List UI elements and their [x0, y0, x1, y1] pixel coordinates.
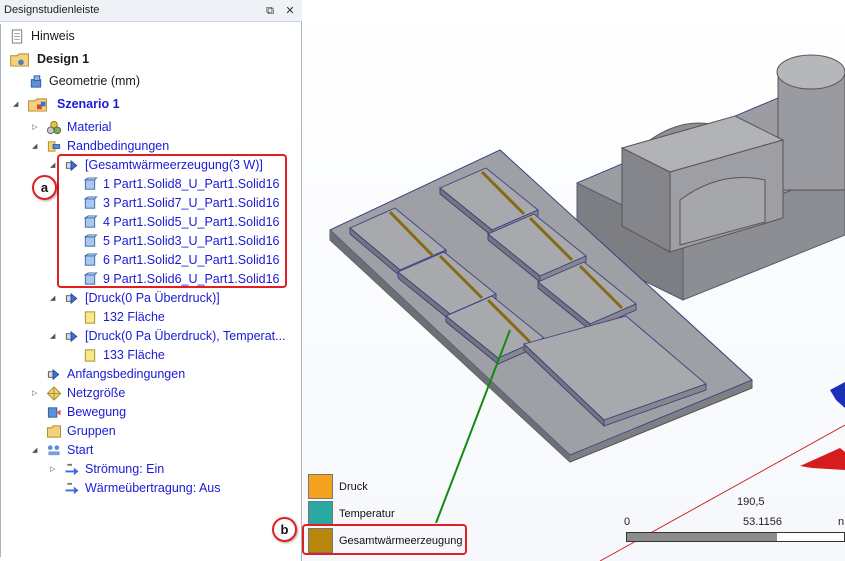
- collapse-icon[interactable]: ◢: [50, 289, 60, 308]
- note-icon: [11, 29, 23, 44]
- motion-icon: [47, 407, 61, 418]
- tree-label: Bewegung: [67, 405, 127, 419]
- callout-a: a: [32, 175, 57, 200]
- heat-transfer-icon: [65, 482, 79, 495]
- face-icon: [84, 311, 96, 324]
- tree-item-waermeuebertragung[interactable]: Wärmeübertragung: Aus: [1, 479, 301, 498]
- tree-label: Geometrie (mm): [49, 74, 140, 88]
- tree-item-druck-temperatur[interactable]: ◢ [Druck(0 Pa Überdruck), Temperat...: [1, 327, 301, 346]
- tree-label: Wärmeübertragung: Aus: [85, 481, 221, 495]
- legend-label: Druck: [339, 481, 368, 493]
- face-icon: [84, 349, 96, 362]
- collapse-icon[interactable]: ◢: [32, 137, 42, 156]
- legend-label: Temperatur: [339, 508, 395, 520]
- design-folder-icon: [10, 53, 29, 67]
- tree-label: Anfangsbedingungen: [67, 367, 186, 381]
- legend-swatch: [308, 501, 333, 526]
- tree-item-start[interactable]: ◢ Start: [1, 441, 301, 460]
- tree-item-szenario[interactable]: ◢ Szenario 1: [1, 95, 301, 114]
- tree-item-geometrie[interactable]: Geometrie (mm): [1, 72, 301, 91]
- tree-label: [Druck(0 Pa Überdruck)]: [85, 291, 220, 305]
- tree-item-anfangsbedingungen[interactable]: Anfangsbedingungen: [1, 365, 301, 384]
- tree-label: 132 Fläche: [103, 310, 165, 324]
- tree-item-netzgroesse[interactable]: ▷ Netzgröße: [1, 384, 301, 403]
- tree-item-bewegung[interactable]: Bewegung: [1, 403, 301, 422]
- legend-swatch: [308, 474, 333, 499]
- design-tree: Hinweis Design 1 Geometrie (mm) ◢ Szenar…: [0, 24, 300, 557]
- tree-item-druck[interactable]: ◢ [Druck(0 Pa Überdruck)]: [1, 289, 301, 308]
- tree-item-face[interactable]: 133 Fläche: [1, 346, 301, 365]
- tree-label: Material: [67, 120, 112, 134]
- mesh-icon: [46, 386, 62, 401]
- scale-zero: 0: [624, 516, 631, 528]
- scale-bar: [626, 532, 845, 542]
- pressure-icon: [65, 292, 78, 305]
- scenario-folder-icon: [28, 98, 47, 112]
- pressure-icon: [65, 330, 78, 343]
- scale-bar-fill: [627, 533, 777, 541]
- expand-icon[interactable]: ▷: [32, 118, 42, 137]
- tree-item-design[interactable]: Design 1: [1, 50, 301, 69]
- tree-item-hinweis[interactable]: Hinweis: [1, 27, 301, 46]
- close-icon[interactable]: ✕: [282, 3, 298, 19]
- panel-title: Designstudienleiste: [4, 4, 100, 16]
- 3d-viewport[interactable]: Druck Temperatur Gesamtwärmeerzeugung: [303, 0, 845, 561]
- scale-unit: n: [838, 516, 845, 528]
- legend-item-druck: Druck: [308, 474, 478, 500]
- tree-label: Start: [67, 443, 94, 457]
- expand-icon[interactable]: ▷: [32, 384, 42, 403]
- highlight-box-a: [57, 154, 287, 288]
- tree-label: Hinweis: [31, 29, 75, 43]
- tree-item-stroemung[interactable]: ▷ Strömung: Ein: [1, 460, 301, 479]
- flow-icon: [65, 463, 79, 476]
- tree-item-gruppen[interactable]: Gruppen: [1, 422, 301, 441]
- panel-titlebar: Designstudienleiste ⧉ ✕: [0, 0, 302, 22]
- material-icon: [46, 120, 62, 135]
- scale-mid: 53.1156: [743, 516, 782, 528]
- geometry-icon: [30, 75, 42, 88]
- tree-label: Strömung: Ein: [85, 462, 165, 476]
- collapse-icon[interactable]: ◢: [50, 327, 60, 346]
- initial-conditions-icon: [47, 368, 60, 381]
- boundary-conditions-icon: [47, 141, 61, 152]
- pin-icon[interactable]: ⧉: [262, 3, 278, 19]
- start-icon: [47, 445, 60, 456]
- callout-b: b: [272, 517, 297, 542]
- expand-icon[interactable]: ▷: [50, 460, 60, 479]
- groups-folder-icon: [46, 425, 62, 438]
- highlight-box-b: [302, 524, 467, 555]
- tree-label: Netzgröße: [67, 386, 126, 400]
- tree-item-face[interactable]: 132 Fläche: [1, 308, 301, 327]
- tree-item-material[interactable]: ▷ Material: [1, 118, 301, 137]
- design-study-panel: Designstudienleiste ⧉ ✕ Hinweis Design 1…: [0, 0, 302, 561]
- tree-label: Szenario 1: [57, 97, 120, 111]
- scale-top-value: 190,5: [737, 496, 765, 508]
- tree-label: Design 1: [37, 52, 90, 66]
- collapse-icon[interactable]: ◢: [13, 95, 23, 114]
- tree-label: [Druck(0 Pa Überdruck), Temperat...: [85, 329, 286, 343]
- collapse-icon[interactable]: ◢: [32, 441, 42, 460]
- tree-label: 133 Fläche: [103, 348, 165, 362]
- tree-label: Gruppen: [67, 424, 116, 438]
